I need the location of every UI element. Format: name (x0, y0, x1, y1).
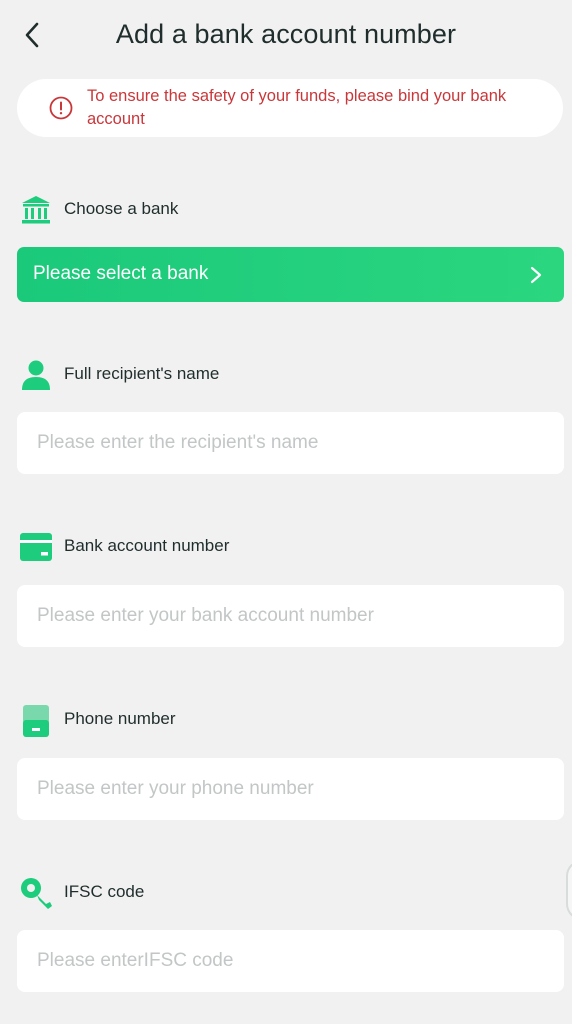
bank-account-label: Bank account number (64, 536, 230, 555)
recipient-name-field[interactable] (17, 412, 564, 474)
bank-select-text: Please select a bank (33, 263, 209, 284)
recipient-name-input[interactable] (17, 412, 564, 474)
notice-text: To ensure the safety of your funds, plea… (87, 87, 507, 128)
phone-number-field[interactable] (17, 758, 564, 820)
floating-edge-handle[interactable] (566, 860, 572, 920)
ifsc-code-input[interactable] (17, 930, 564, 992)
phone-number-label: Phone number (64, 709, 176, 728)
ifsc-code-label: IFSC code (64, 882, 145, 901)
user-icon (22, 360, 50, 390)
bank-account-input[interactable] (17, 585, 564, 647)
recipient-name-label: Full recipient's name (64, 364, 220, 383)
bank-account-field[interactable] (17, 585, 564, 647)
choose-bank-label: Choose a bank (64, 199, 179, 218)
header: Add a bank account number (0, 0, 572, 72)
security-notice: To ensure the safety of your funds, plea… (17, 79, 563, 137)
phone-number-input[interactable] (17, 758, 564, 820)
card-icon (20, 533, 52, 561)
chevron-right-icon (530, 266, 542, 284)
alert-circle-icon (49, 96, 73, 120)
bank-select-button[interactable]: Please select a bank (17, 247, 564, 302)
page-title: Add a bank account number (115, 19, 457, 49)
add-bank-account-page: Add a bank account number To ensure the … (0, 0, 572, 1024)
bank-icon (22, 196, 50, 224)
key-icon (21, 878, 52, 909)
ifsc-code-field[interactable] (17, 930, 564, 992)
phone-icon (23, 705, 49, 737)
